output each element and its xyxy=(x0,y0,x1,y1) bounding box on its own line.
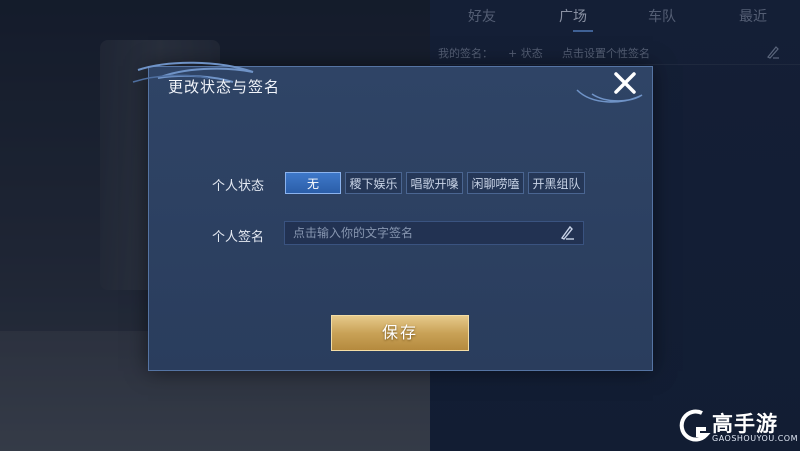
pen-icon[interactable] xyxy=(558,225,576,241)
signature-label: 个人签名 xyxy=(212,230,265,245)
signature-input[interactable]: 点击输入你的文字签名 xyxy=(284,221,584,245)
status-option-singing[interactable]: 唱歌开嗓 xyxy=(406,172,463,194)
status-option-none[interactable]: 无 xyxy=(285,172,341,194)
dialog-title: 更改状态与签名 xyxy=(168,78,281,96)
close-icon xyxy=(614,72,636,94)
save-button[interactable]: 保存 xyxy=(331,315,469,351)
status-option-team-up[interactable]: 开黑组队 xyxy=(528,172,585,194)
close-button[interactable] xyxy=(610,70,640,100)
status-label: 个人状态 xyxy=(212,179,265,194)
status-option-chatting[interactable]: 闲聊唠嗑 xyxy=(467,172,524,194)
watermark-url: GAOSHOUYOU.COM xyxy=(712,434,799,443)
status-option-jixia[interactable]: 稷下娱乐 xyxy=(345,172,402,194)
